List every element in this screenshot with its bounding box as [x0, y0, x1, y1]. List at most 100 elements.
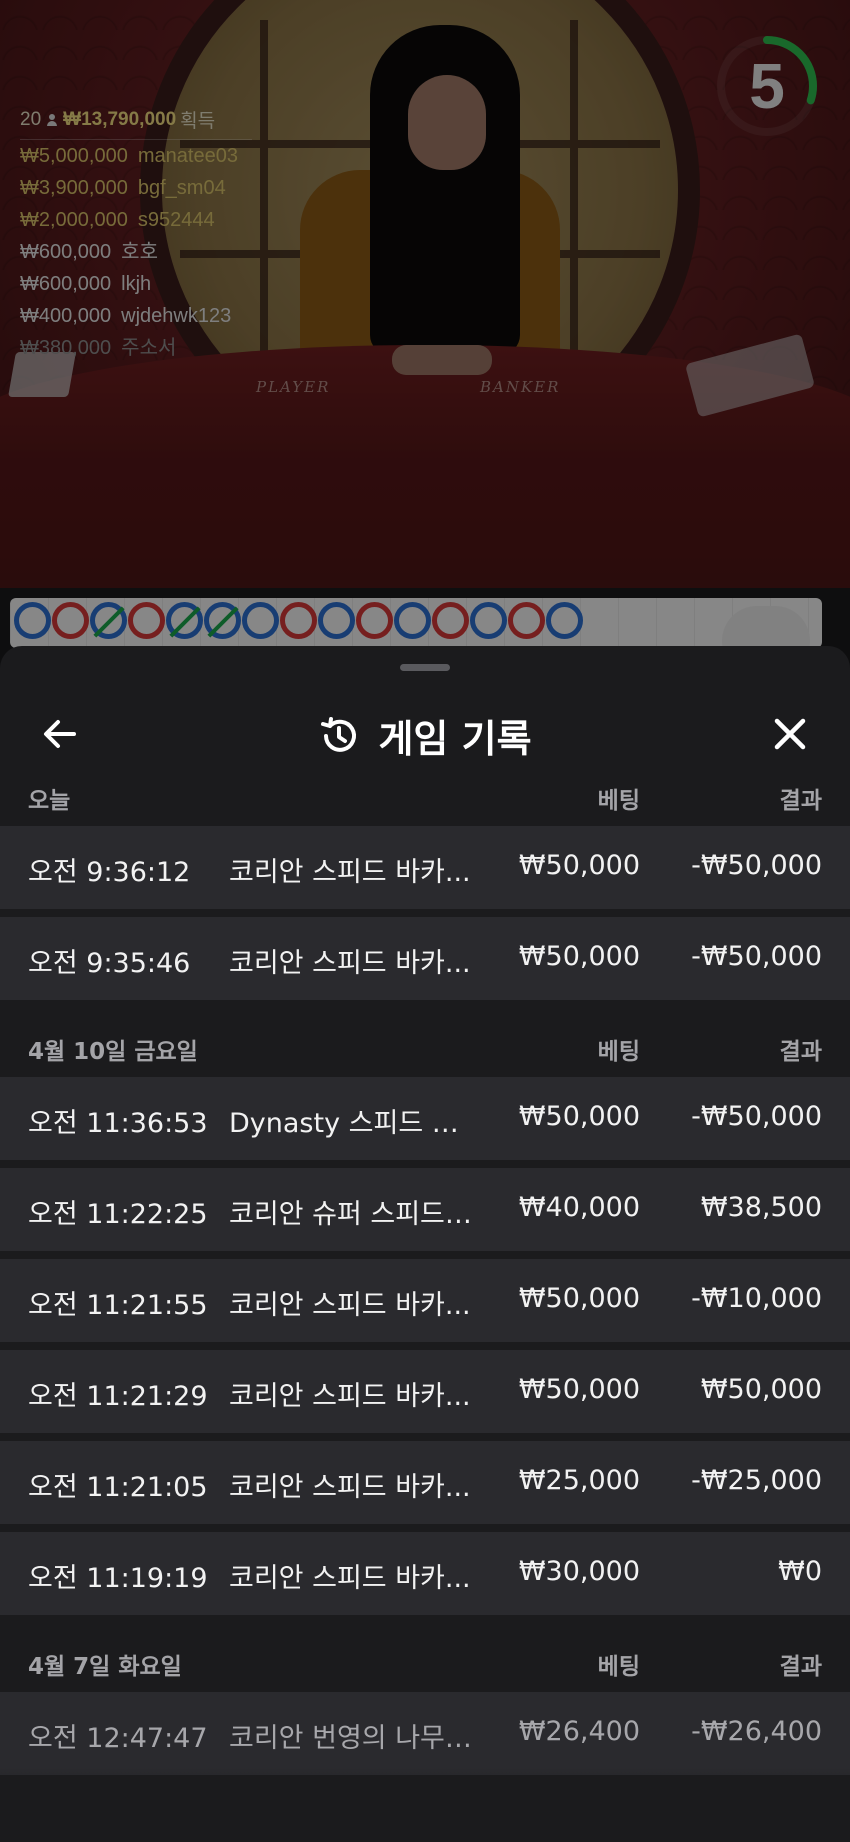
road-bead-tie	[90, 602, 127, 639]
row-game-name: 코리안 스피드 바카...	[229, 1290, 471, 1321]
row-time: 오전 11:21:55	[28, 1290, 208, 1321]
row-bet-amount: ₩26,400	[518, 1716, 640, 1747]
row-bet-amount: ₩50,000	[518, 1283, 640, 1314]
road-bead-tie	[204, 602, 241, 639]
sheet-title-group: 게임 기록	[0, 708, 850, 763]
winner-row: ₩380,000 주소서	[20, 332, 252, 364]
close-button[interactable]	[766, 710, 814, 758]
winners-suffix: 획득	[180, 111, 216, 132]
winner-amount: ₩400,000	[20, 305, 112, 327]
history-icon	[321, 716, 357, 752]
table-label-player: PLAYER	[256, 378, 331, 396]
section-date: 오늘	[28, 788, 71, 814]
road-bead-player	[470, 602, 507, 639]
dealer-hands	[392, 345, 492, 375]
tie-mark	[93, 606, 125, 638]
road-bead-banker	[356, 602, 393, 639]
bottom-fade	[0, 1766, 850, 1842]
bead-road[interactable]	[10, 598, 822, 648]
winners-count: 20	[20, 108, 42, 130]
section-date: 4월 7일 화요일	[28, 1654, 182, 1680]
winner-amount: ₩380,000	[20, 337, 112, 359]
row-game-name: Dynasty 스피드 바...	[229, 1108, 479, 1139]
road-bead-player	[546, 602, 583, 639]
road-bead-tie	[166, 602, 203, 639]
winner-amount: ₩5,000,000	[20, 145, 128, 167]
row-result-amount: ₩0	[778, 1556, 822, 1587]
history-row[interactable]: 오전 11:36:53 Dynasty 스피드 바... ₩50,000 -₩50,0…	[0, 1077, 850, 1160]
row-bet-amount: ₩50,000	[518, 1374, 640, 1405]
winner-row: ₩5,000,000 manatee03	[20, 140, 252, 172]
result-column-header: 결과	[779, 1039, 822, 1065]
section-date: 4월 10일 금요일	[28, 1039, 198, 1065]
row-result-amount: ₩50,000	[700, 1374, 822, 1405]
winner-row: ₩600,000 호호	[20, 236, 252, 268]
winner-rows: ₩5,000,000 manatee03 ₩3,900,000 bgf_sm04 ₩2,…	[20, 140, 252, 364]
winner-name: s952444	[137, 209, 215, 231]
row-game-name: 코리안 스피드 바카...	[229, 1472, 471, 1503]
bet-column-header: 베팅	[597, 1039, 640, 1065]
person-icon	[47, 113, 58, 126]
row-time: 오전 11:36:53	[28, 1108, 208, 1139]
row-result-amount: ₩38,500	[700, 1192, 822, 1223]
row-bet-amount: ₩50,000	[518, 850, 640, 881]
row-result-amount: -₩26,400	[691, 1716, 822, 1747]
game-history-sheet: 게임 기록 오늘 베팅 결과 오전 9:36:12 코리안 스피드 바카... ₩50,0…	[0, 646, 850, 1842]
row-time: 오전 9:36:12	[28, 857, 191, 888]
row-time: 오전 11:21:05	[28, 1472, 208, 1503]
road-bead-banker	[52, 602, 89, 639]
road-bead-banker	[508, 602, 545, 639]
winner-row: ₩600,000 lkjh	[20, 268, 252, 300]
section-header: 4월 7일 화요일 베팅 결과	[0, 1637, 850, 1685]
winner-name: lkjh	[121, 273, 152, 295]
bet-column-header: 베팅	[597, 788, 640, 814]
road-bead-player	[14, 602, 51, 639]
row-time: 오전 9:35:46	[28, 948, 191, 979]
history-row[interactable]: 오전 11:21:05 코리안 스피드 바카... ₩25,000 -₩25,000	[0, 1441, 850, 1524]
winners-list: 20 ₩13,790,000 획득 ₩5,000,000 manatee03 ₩3,…	[20, 106, 252, 364]
section-header: 4월 10일 금요일 베팅 결과	[0, 1022, 850, 1070]
live-video-stream: PLAYER BANKER 20 ₩13,790,000 획득 ₩5,000,0…	[0, 0, 850, 588]
row-result-amount: -₩25,000	[691, 1465, 822, 1496]
row-result-amount: -₩50,000	[691, 850, 822, 881]
winner-row: ₩3,900,000 bgf_sm04	[20, 172, 252, 204]
row-bet-amount: ₩30,000	[518, 1556, 640, 1587]
road-bead-player	[394, 602, 431, 639]
bet-column-header: 베팅	[597, 1654, 640, 1680]
winner-amount: ₩2,000,000	[20, 209, 128, 231]
row-result-amount: -₩10,000	[691, 1283, 822, 1314]
road-bead-banker	[280, 602, 317, 639]
winner-name: manatee03	[137, 145, 238, 167]
row-game-name: 코리안 스피드 바카...	[229, 1563, 471, 1594]
tie-mark	[169, 606, 201, 638]
result-column-header: 결과	[779, 1654, 822, 1680]
section-header: 오늘 베팅 결과	[0, 771, 850, 819]
table-label-banker: BANKER	[480, 378, 561, 396]
winners-total: ₩13,790,000	[63, 108, 177, 130]
row-time: 오전 12:47:47	[28, 1723, 208, 1754]
close-icon	[774, 718, 806, 750]
winner-name: 주소서	[121, 337, 177, 359]
row-bet-amount: ₩40,000	[518, 1192, 640, 1223]
row-bet-amount: ₩25,000	[518, 1465, 640, 1496]
history-row[interactable]: 오전 11:21:29 코리안 스피드 바카... ₩50,000 ₩50,000	[0, 1350, 850, 1433]
history-row[interactable]: 오전 12:47:47 코리안 번영의 나무 ... ₩26,400 -₩26,400	[0, 1692, 850, 1775]
row-game-name: 코리안 스피드 바카...	[229, 948, 471, 979]
row-bet-amount: ₩50,000	[518, 1101, 640, 1132]
winner-name: bgf_sm04	[137, 177, 226, 199]
history-row[interactable]: 오전 11:21:55 코리안 스피드 바카... ₩50,000 -₩10,000	[0, 1259, 850, 1342]
tie-mark	[207, 606, 239, 638]
page-title: 게임 기록	[378, 717, 532, 761]
history-row[interactable]: 오전 11:22:25 코리안 슈퍼 스피드 ... ₩40,000 ₩38,500	[0, 1168, 850, 1251]
sheet-grabber[interactable]	[400, 664, 450, 671]
countdown-number: 5	[749, 50, 785, 122]
winner-name: 호호	[121, 241, 158, 263]
history-row[interactable]: 오전 9:36:12 코리안 스피드 바카... ₩50,000 -₩50,000	[0, 826, 850, 909]
history-row[interactable]: 오전 11:19:19 코리안 스피드 바카... ₩30,000 ₩0	[0, 1532, 850, 1615]
row-time: 오전 11:19:19	[28, 1563, 208, 1594]
row-result-amount: -₩50,000	[691, 1101, 822, 1132]
history-row[interactable]: 오전 9:35:46 코리안 스피드 바카... ₩50,000 -₩50,000	[0, 917, 850, 1000]
winner-row: ₩2,000,000 s952444	[20, 204, 252, 236]
winner-amount: ₩600,000	[20, 273, 112, 295]
winner-name: wjdehwk123	[121, 305, 232, 327]
